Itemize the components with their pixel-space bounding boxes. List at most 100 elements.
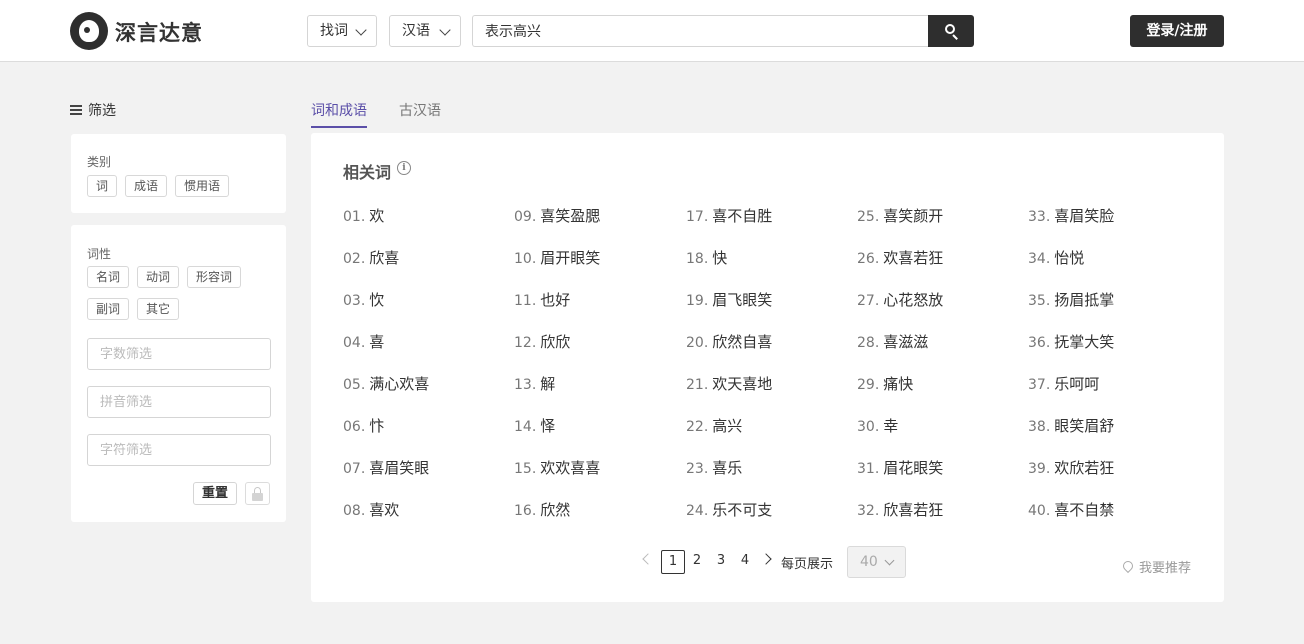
pos-tag-noun[interactable]: 名词 — [87, 266, 129, 288]
related-word-item[interactable]: 34. 怡悦 — [1028, 247, 1084, 269]
pos-tag-verb[interactable]: 动词 — [137, 266, 179, 288]
category-label: 类别 — [87, 155, 112, 169]
word-index: 18. — [686, 251, 709, 267]
word-text: 喜眉笑脸 — [1054, 207, 1115, 225]
brand-name[interactable]: 深言达意 — [115, 17, 203, 47]
pagination-next-icon[interactable] — [760, 553, 772, 565]
word-text: 也好 — [540, 291, 571, 309]
word-index: 15. — [514, 461, 537, 477]
related-word-item[interactable]: 06. 忭 — [343, 415, 384, 437]
search-input[interactable] — [472, 15, 930, 47]
mode-select[interactable]: 找词 — [307, 15, 377, 47]
pagination-prev-icon[interactable] — [642, 553, 654, 565]
recommend-link[interactable]: 我要推荐 — [1120, 557, 1191, 576]
related-word-item[interactable]: 26. 欢喜若狂 — [857, 247, 943, 269]
pagination-page[interactable]: 2 — [685, 550, 709, 574]
chevron-down-icon — [884, 555, 895, 566]
related-word-item[interactable]: 25. 喜笑颜开 — [857, 205, 943, 227]
related-word-item[interactable]: 17. 喜不自胜 — [686, 205, 772, 227]
logo-icon[interactable] — [70, 12, 108, 50]
word-index: 12. — [514, 335, 537, 351]
word-text: 欣然自喜 — [712, 333, 773, 351]
related-word-item[interactable]: 39. 欢欣若狂 — [1028, 457, 1114, 479]
related-word-item[interactable]: 21. 欢天喜地 — [686, 373, 772, 395]
related-word-item[interactable]: 12. 欣欣 — [514, 331, 570, 353]
word-index: 31. — [857, 461, 880, 477]
char-count-filter-input[interactable] — [87, 338, 271, 370]
pagination-page[interactable]: 1 — [661, 550, 685, 574]
related-word-item[interactable]: 14. 怿 — [514, 415, 555, 437]
related-word-item[interactable]: 04. 喜 — [343, 331, 384, 353]
related-word-item[interactable]: 08. 喜欢 — [343, 499, 399, 521]
word-text: 眉飞眼笑 — [712, 291, 773, 309]
related-word-item[interactable]: 24. 乐不可支 — [686, 499, 772, 521]
pos-tag-other[interactable]: 其它 — [137, 298, 179, 320]
word-text: 抚掌大笑 — [1054, 333, 1115, 351]
word-text: 喜眉笑眼 — [369, 459, 430, 477]
word-text: 喜 — [369, 333, 385, 351]
language-select[interactable]: 汉语 — [389, 15, 461, 47]
tab-words-and-idioms[interactable]: 词和成语 — [311, 100, 367, 128]
related-word-item[interactable]: 40. 喜不自禁 — [1028, 499, 1114, 521]
pos-tag-adverb[interactable]: 副词 — [87, 298, 129, 320]
pos-tag-adjective[interactable]: 形容词 — [187, 266, 241, 288]
per-page-select[interactable]: 40 — [847, 546, 906, 578]
related-word-item[interactable]: 05. 满心欢喜 — [343, 373, 429, 395]
related-word-item[interactable]: 19. 眉飞眼笑 — [686, 289, 772, 311]
related-word-item[interactable]: 09. 喜笑盈腮 — [514, 205, 600, 227]
related-word-item[interactable]: 02. 欣喜 — [343, 247, 399, 269]
word-text: 眼笑眉舒 — [1054, 417, 1115, 435]
related-word-item[interactable]: 10. 眉开眼笑 — [514, 247, 600, 269]
language-select-value: 汉语 — [402, 23, 430, 39]
related-word-item[interactable]: 15. 欢欢喜喜 — [514, 457, 600, 479]
word-index: 24. — [686, 503, 709, 519]
related-word-item[interactable]: 03. 忺 — [343, 289, 384, 311]
char-filter-input[interactable] — [87, 434, 271, 466]
related-word-item[interactable]: 33. 喜眉笑脸 — [1028, 205, 1114, 227]
info-icon[interactable]: i — [397, 161, 411, 175]
reset-button[interactable]: 重置 — [193, 482, 237, 505]
related-word-item[interactable]: 16. 欣然 — [514, 499, 570, 521]
related-word-item[interactable]: 23. 喜乐 — [686, 457, 742, 479]
related-word-item[interactable]: 38. 眼笑眉舒 — [1028, 415, 1114, 437]
pagination-page[interactable]: 3 — [709, 550, 733, 574]
word-index: 04. — [343, 335, 366, 351]
lock-button[interactable] — [245, 482, 270, 505]
lock-icon-body — [252, 493, 263, 501]
tab-classical-chinese[interactable]: 古汉语 — [399, 100, 441, 128]
word-index: 09. — [514, 209, 537, 225]
related-word-item[interactable]: 32. 欣喜若狂 — [857, 499, 943, 521]
related-word-item[interactable]: 29. 痛快 — [857, 373, 913, 395]
related-word-item[interactable]: 13. 解 — [514, 373, 555, 395]
category-tag-word[interactable]: 词 — [87, 175, 117, 197]
related-word-item[interactable]: 36. 抚掌大笑 — [1028, 331, 1114, 353]
word-index: 38. — [1028, 419, 1051, 435]
related-word-item[interactable]: 22. 高兴 — [686, 415, 742, 437]
category-tag-common-phrase[interactable]: 惯用语 — [175, 175, 229, 197]
related-word-item[interactable]: 18. 快 — [686, 247, 727, 269]
word-index: 08. — [343, 503, 366, 519]
related-word-item[interactable]: 31. 眉花眼笑 — [857, 457, 943, 479]
related-word-item[interactable]: 01. 欢 — [343, 205, 384, 227]
pos-filter-card: 词性 名词 动词 形容词 副词 其它 重置 — [71, 225, 286, 522]
pinyin-filter-input[interactable] — [87, 386, 271, 418]
related-word-item[interactable]: 20. 欣然自喜 — [686, 331, 772, 353]
word-text: 喜笑盈腮 — [540, 207, 601, 225]
related-word-item[interactable]: 11. 也好 — [514, 289, 570, 311]
related-word-item[interactable]: 35. 扬眉抵掌 — [1028, 289, 1114, 311]
related-word-item[interactable]: 37. 乐呵呵 — [1028, 373, 1099, 395]
login-register-button[interactable]: 登录/注册 — [1130, 15, 1224, 47]
related-word-item[interactable]: 07. 喜眉笑眼 — [343, 457, 429, 479]
pagination-page[interactable]: 4 — [733, 550, 757, 574]
word-index: 03. — [343, 293, 366, 309]
related-word-item[interactable]: 30. 幸 — [857, 415, 898, 437]
related-word-item[interactable]: 28. 喜滋滋 — [857, 331, 928, 353]
word-text: 解 — [540, 375, 556, 393]
search-button[interactable] — [928, 15, 974, 47]
word-index: 23. — [686, 461, 709, 477]
word-text: 喜乐 — [712, 459, 743, 477]
word-index: 11. — [514, 293, 537, 309]
word-index: 27. — [857, 293, 880, 309]
related-word-item[interactable]: 27. 心花怒放 — [857, 289, 943, 311]
category-tag-idiom[interactable]: 成语 — [125, 175, 167, 197]
